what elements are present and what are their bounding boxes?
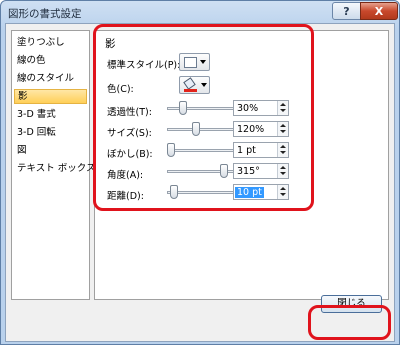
category-shadow[interactable]: 影 (14, 89, 87, 104)
dialog-title: 図形の書式設定 (8, 8, 82, 20)
close-window-button[interactable]: X (360, 2, 398, 20)
spin-arrows-icon[interactable] (277, 185, 288, 199)
color-label: 色(C): (107, 84, 134, 95)
slider-thumb[interactable] (170, 185, 178, 199)
transparency-slider[interactable] (167, 101, 237, 115)
category-3d-rotation[interactable]: 3-D 回転 (14, 125, 87, 140)
distance-label: 距離(D): (107, 191, 144, 202)
help-button[interactable]: ? (332, 2, 361, 20)
blur-slider[interactable] (167, 143, 237, 157)
blur-value[interactable]: 1 pt (237, 145, 256, 156)
slider-thumb[interactable] (192, 122, 200, 136)
distance-value[interactable]: 10 pt (235, 187, 264, 198)
category-text-box[interactable]: テキスト ボックス (14, 161, 95, 176)
angle-value[interactable]: 315° (237, 166, 260, 177)
size-slider[interactable] (167, 122, 237, 136)
slider-thumb[interactable] (220, 164, 228, 178)
size-value[interactable]: 120% (237, 124, 264, 135)
blur-spinner[interactable]: 1 pt (233, 142, 289, 158)
color-dropdown[interactable] (179, 76, 210, 94)
spin-arrows-icon[interactable] (277, 143, 288, 157)
category-line-color[interactable]: 線の色 (14, 53, 87, 68)
section-title: 影 (105, 38, 116, 50)
angle-slider[interactable] (167, 164, 237, 178)
close-button[interactable]: 閉じる (321, 295, 382, 313)
preset-swatch-icon (184, 56, 197, 68)
slider-thumb[interactable] (167, 143, 175, 157)
paint-bucket-icon (183, 77, 198, 92)
transparency-value[interactable]: 30% (237, 103, 258, 114)
spin-arrows-icon[interactable] (277, 164, 288, 178)
size-spinner[interactable]: 120% (233, 121, 289, 137)
transparency-label: 透過性(T): (107, 107, 152, 118)
size-label: サイズ(S): (107, 128, 152, 139)
distance-slider[interactable] (167, 185, 237, 199)
angle-label: 角度(A): (107, 170, 144, 181)
preset-label: 標準スタイル(P): (107, 60, 181, 71)
distance-spinner[interactable]: 10 pt (233, 184, 289, 200)
category-line-style[interactable]: 線のスタイル (14, 71, 87, 86)
category-3d-format[interactable]: 3-D 書式 (14, 107, 87, 122)
title-bar[interactable]: 図形の書式設定 ? X (1, 1, 399, 25)
chevron-down-icon (201, 83, 207, 87)
category-list: 塗りつぶし 線の色 線のスタイル 影 3-D 書式 3-D 回転 図 テキスト … (11, 30, 95, 300)
chevron-down-icon (200, 60, 206, 64)
shadow-settings-panel: 影 標準スタイル(P): 色(C): 透過性(T): 30% サイズ(S): 1… (94, 30, 389, 300)
format-shape-dialog: 図形の書式設定 ? X 塗りつぶし 線の色 線のスタイル 影 3-D 書式 3-… (0, 0, 400, 345)
category-fill[interactable]: 塗りつぶし (14, 35, 87, 50)
category-picture[interactable]: 図 (14, 143, 87, 158)
slider-thumb[interactable] (179, 101, 187, 115)
preset-dropdown[interactable] (179, 53, 210, 71)
spin-arrows-icon[interactable] (277, 122, 288, 136)
spin-arrows-icon[interactable] (277, 101, 288, 115)
blur-label: ぼかし(B): (107, 149, 153, 160)
transparency-spinner[interactable]: 30% (233, 100, 289, 116)
angle-spinner[interactable]: 315° (233, 163, 289, 179)
